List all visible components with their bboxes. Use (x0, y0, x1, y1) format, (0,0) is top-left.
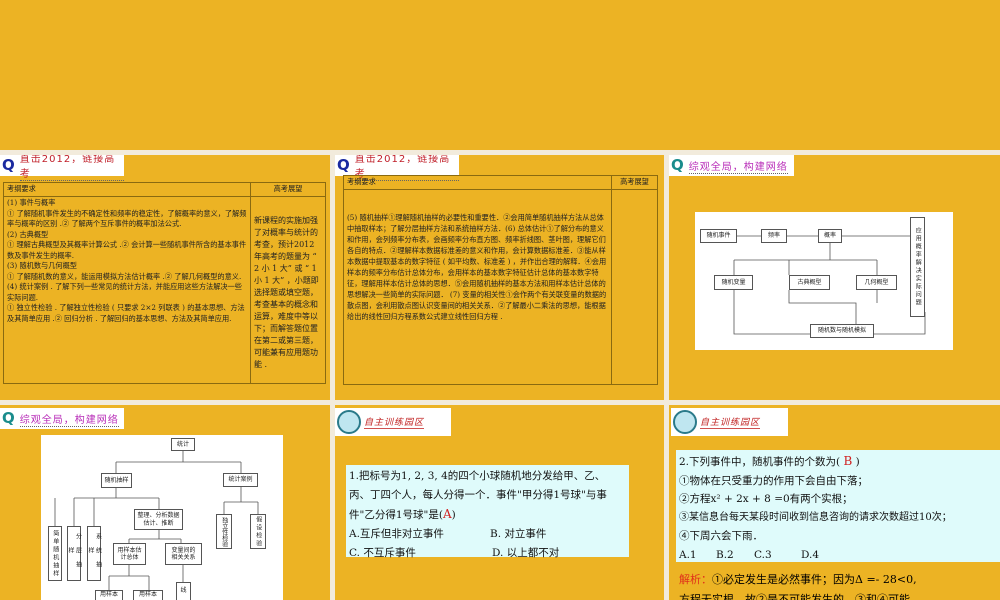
option-b: B. 对立事件 (490, 528, 547, 540)
section-banner: Q 综观全局，构建网络 (669, 155, 794, 176)
header-requirements: 考纲要求 (3, 181, 251, 198)
node-simulation: 随机数与随机模拟 (810, 324, 874, 338)
slide-thumbnail-1[interactable]: Q 直击2012，链接高考 考纲要求 高考展望 (1) 事件与概率 ① 了解随机事件发… (0, 155, 330, 400)
node-analyze: 整理、分析数据估计、推断 (134, 509, 183, 530)
node-classical: 古典概型 (789, 275, 830, 290)
magnifier-icon: Q (671, 156, 685, 174)
node-random-event: 随机事件 (700, 229, 737, 243)
answer: B (843, 454, 853, 468)
node-random-variable: 随机变量 (714, 275, 753, 290)
magnifier-icon: Q (337, 156, 351, 174)
mascot-icon (337, 410, 361, 434)
outlook-cell: 新课程的实施加强了对概率与统计的考查，预计2012 年高考的题量为 “ 2 小 … (250, 196, 326, 384)
section-banner: Q 综观全局，构建网络 (0, 408, 124, 429)
slide-thumbnail-3[interactable]: Q 综观全局，构建网络 随机事件 频率 概率 应用概率解决实际问题 随机变量 古典… (669, 155, 1000, 400)
option-a: A.互斥但非对立事件 (349, 528, 444, 540)
node-sub2: 用样本 (133, 590, 163, 600)
node-random-sampling: 随机抽样 (101, 473, 132, 488)
option-d: D. 以上都不对 (492, 547, 560, 559)
node-estimate: 用样本估计总体 (113, 543, 146, 565)
node-simple: 简单随机抽样 (48, 526, 62, 581)
node-probability: 概率 (818, 229, 842, 243)
syllabus-table: 考纲要求 高考展望 (5) 随机抽样①理解随机抽样的必要性和重要性．②会用简单随机… (343, 175, 658, 385)
slide-thumbnail-4[interactable]: Q 综观全局，构建网络 统计 随机抽样 统计案例 整理、分析数据估计、推断 简单随… (0, 405, 330, 600)
node-stratified: 分层抽样 (67, 526, 82, 581)
section-banner: Q 直击2012，链接高考 (335, 155, 459, 181)
section-banner: 自主训练园区 (335, 408, 451, 436)
node-geometric: 几何概型 (856, 275, 897, 290)
node-cases: 统计案例 (223, 473, 258, 487)
node-linear: 线 (176, 582, 191, 600)
node-frequency: 频率 (761, 229, 787, 243)
node-statistics: 统计 (171, 438, 195, 451)
section-banner: 自主训练园区 (671, 408, 788, 436)
section-banner: Q 直击2012，链接高考 (0, 155, 124, 181)
previous-slide[interactable] (0, 0, 1000, 150)
analysis: 解析：①必定发生是必然事件；因为Δ =- 28<0, 方程无实根，故②是不可能发… (679, 573, 917, 600)
slide-thumbnail-6[interactable]: 自主训练园区 2.下列事件中，随机事件的个数为( B ) ①物体在只受重力的作用… (669, 405, 1000, 600)
header-outlook: 高考展望 (611, 175, 658, 190)
question-1: 1.把标号为1, 2, 3, 4的四个小球随机地分发给甲、乙、丙、丁四个人，每人… (346, 465, 629, 559)
header-outlook: 高考展望 (250, 181, 326, 198)
mascot-icon (673, 410, 697, 434)
node-hypothesis: 假设检验 (250, 514, 266, 549)
probability-concept-map: 随机事件 频率 概率 应用概率解决实际问题 随机变量 古典概型 几何概型 随机数… (695, 212, 953, 350)
node-systematic: 系统抽样 (87, 526, 102, 581)
node-correlation: 变量间的相关关系 (165, 543, 202, 565)
slide-thumbnail-2[interactable]: Q 直击2012，链接高考 考纲要求 高考展望 (5) 随机抽样①理解随机抽样的必要… (335, 155, 664, 400)
syllabus-table: 考纲要求 高考展望 (1) 事件与概率 ① 了解随机事件发生的不确定性和频率的稳定性… (3, 181, 326, 384)
magnifier-icon: Q (2, 156, 16, 174)
option-c: C. 不互斥事件 (349, 547, 416, 559)
node-sub1: 用样本 (95, 590, 123, 600)
answer: A (442, 507, 452, 521)
magnifier-icon: Q (2, 409, 16, 427)
slide-thumbnail-5[interactable]: 自主训练园区 1.把标号为1, 2, 3, 4的四个小球随机地分发给甲、乙、丙、… (335, 405, 664, 600)
statistics-concept-map: 统计 随机抽样 统计案例 整理、分析数据估计、推断 简单随机抽样 分层抽样 系统… (41, 435, 283, 600)
header-requirements: 考纲要求 (343, 175, 612, 190)
node-independence: 独立性检验 (216, 514, 232, 549)
requirements-cell: (5) 随机抽样①理解随机抽样的必要性和重要性．②会用简单随机抽样方法从总体中抽… (343, 188, 612, 385)
node-apply: 应用概率解决实际问题 (910, 217, 925, 317)
requirements-cell: (1) 事件与概率 ① 了解随机事件发生的不确定性和频率的稳定性，了解概率的意义，… (3, 196, 251, 384)
outlook-cell (611, 188, 658, 385)
question-2: 2.下列事件中，随机事件的个数为( B ) ①物体在只受重力的作用下会自由下落；… (676, 450, 1000, 562)
